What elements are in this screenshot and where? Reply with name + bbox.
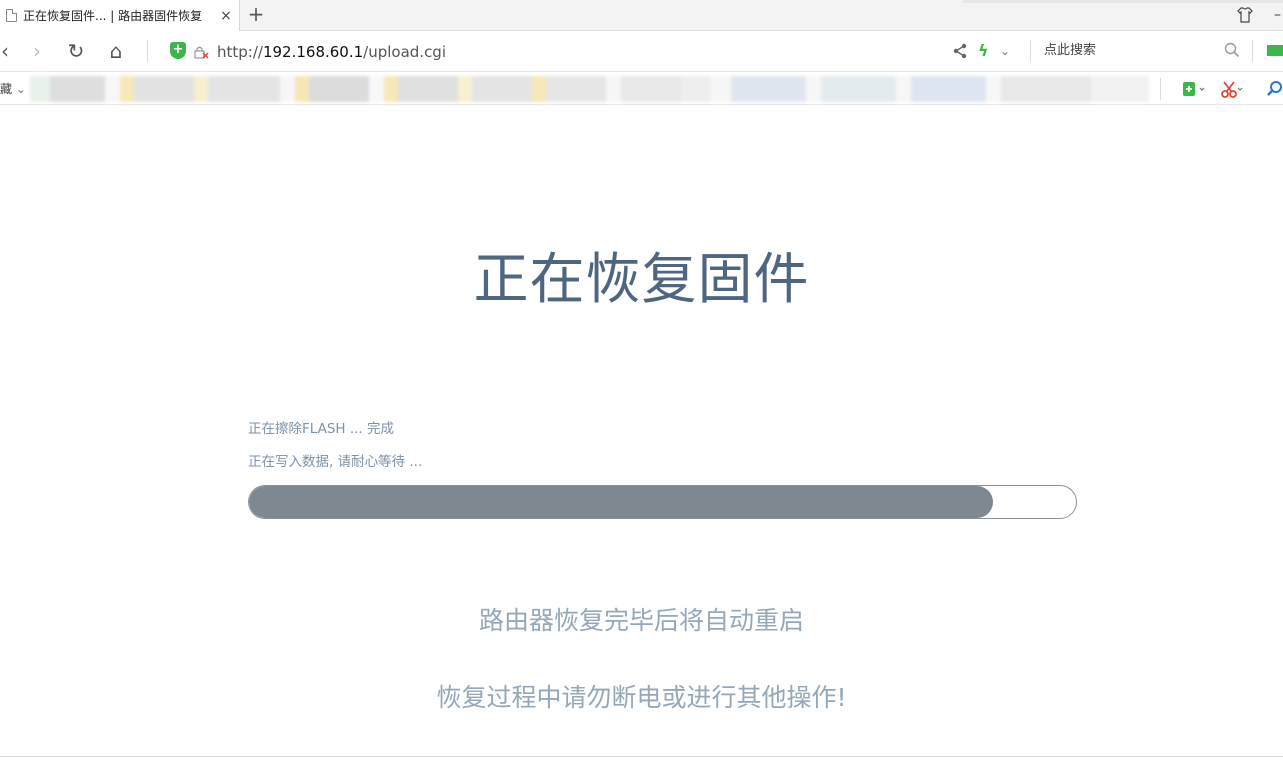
- screenshot-tool-icon[interactable]: [1180, 77, 1206, 101]
- chevron-down-icon: ⌄: [15, 82, 26, 96]
- new-tab-button[interactable]: +: [244, 3, 268, 27]
- warning-note: 恢复过程中请勿断电或进行其他操作!: [436, 683, 847, 712]
- progress-fill: [249, 486, 994, 518]
- tab-title: 正在恢复固件... | 路由器固件恢复: [23, 9, 203, 23]
- toolbar-tools: [1180, 77, 1283, 101]
- progress-bar: [248, 485, 1077, 519]
- back-button[interactable]: ‹: [0, 38, 18, 64]
- insecure-lock-icon[interactable]: [194, 44, 209, 59]
- window-caption-area: [963, 0, 1283, 3]
- search-tool-icon[interactable]: [1266, 77, 1283, 101]
- share-icon[interactable]: [952, 42, 968, 60]
- divider: [147, 40, 148, 62]
- navigation-bar: ‹ › ↻ ⌂ + http://192.168.60.1/upload.cgi…: [0, 31, 1283, 72]
- search-icon[interactable]: [1224, 42, 1240, 58]
- url-path: /upload.cgi: [363, 43, 447, 61]
- blurred-bookmarks: [30, 76, 1150, 102]
- status-writing-data: 正在写入数据, 请耐心等待 ...: [248, 454, 423, 470]
- home-button[interactable]: ⌂: [103, 38, 129, 64]
- tab-active[interactable]: 正在恢复固件... | 路由器固件恢复 ×: [0, 0, 240, 31]
- url-host: 192.168.60.1: [262, 43, 364, 61]
- bookmarks-menu[interactable]: 藏 ⌄: [0, 80, 26, 98]
- status-bar: [0, 756, 1283, 763]
- page-title: 正在恢复固件: [473, 247, 810, 311]
- chevron-down-icon[interactable]: ⌄: [1000, 41, 1016, 61]
- tab-strip: 正在恢复固件... | 路由器固件恢复 × + –: [0, 0, 1283, 31]
- bookmarks-label: 藏: [0, 82, 13, 96]
- divider: [1252, 40, 1253, 62]
- address-input[interactable]: http://192.168.60.1/upload.cgi: [217, 41, 446, 63]
- forward-button[interactable]: ›: [24, 38, 50, 64]
- divider: [1030, 40, 1031, 62]
- battery-icon: [1267, 45, 1283, 56]
- skin-icon[interactable]: [1236, 6, 1254, 24]
- divider: [1160, 78, 1161, 100]
- search-input[interactable]: 点此搜索: [1038, 37, 1248, 65]
- reload-button[interactable]: ↻: [63, 38, 89, 64]
- url-scheme: http://: [217, 43, 263, 61]
- status-erase-flash: 正在擦除FLASH ... 完成: [248, 421, 395, 437]
- scissors-icon[interactable]: [1220, 77, 1246, 101]
- minimize-button[interactable]: –: [1274, 6, 1283, 24]
- security-shield-icon[interactable]: +: [170, 42, 186, 59]
- bookmark-bar: 藏 ⌄: [0, 72, 1283, 105]
- close-tab-icon[interactable]: ×: [217, 8, 235, 24]
- reboot-note: 路由器恢复完毕后将自动重启: [478, 606, 804, 635]
- document-icon: [6, 9, 17, 22]
- speed-mode-icon[interactable]: ϟ: [978, 41, 992, 61]
